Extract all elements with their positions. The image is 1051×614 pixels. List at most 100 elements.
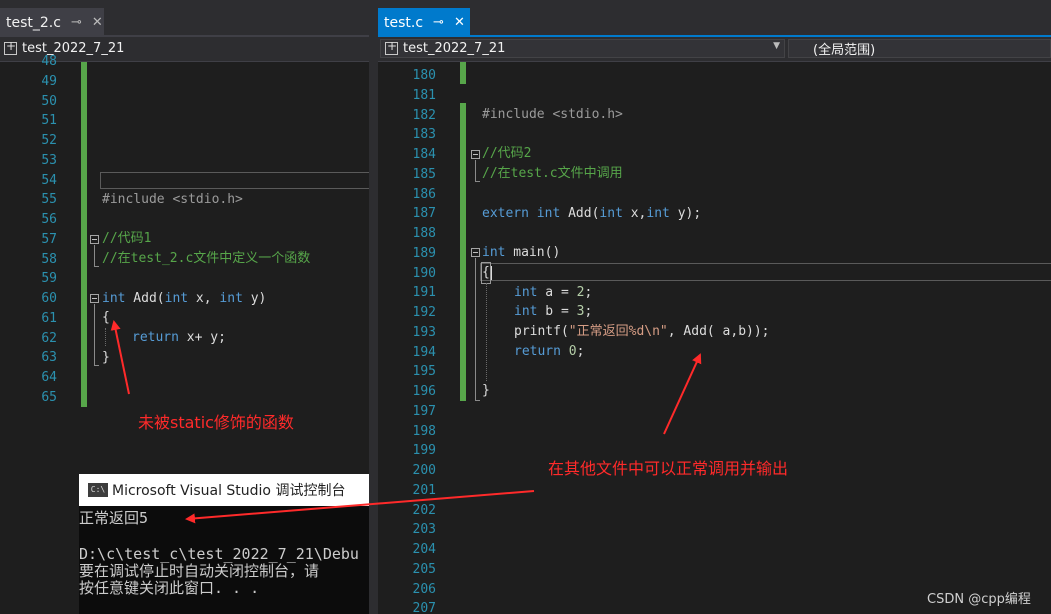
line-number: 202 [412,502,436,518]
function-definition-line: int Add(int x, int y) [102,289,266,309]
console-title-bar[interactable]: C:\ Microsoft Visual Studio 调试控制台 [79,474,369,506]
console-icon: C:\ [88,483,108,497]
close-icon[interactable]: ✕ [92,15,103,30]
console-output-line: D:\c\test_c\test_2022_7_21\Debu [79,545,359,563]
tab-test-c[interactable]: test.c ⊸ ✕ [378,8,470,37]
tab-test-2-c[interactable]: test_2.c ⊸ ✕ [0,8,104,37]
fold-guide-end [94,266,99,267]
code-text: ; [576,344,585,359]
watermark: CSDN @cpp编程 [927,592,1031,607]
main-signature-line: int main() [482,243,560,263]
fold-guide [94,304,95,366]
line-number: 63 [41,350,57,366]
right-editor-pane: test.c ⊸ ✕ test_2022_7_21 ▼ (全局范围) 18018… [378,0,1051,614]
indent-guide [486,283,487,381]
line-number: 60 [41,291,57,306]
project-icon [385,39,398,55]
line-number: 62 [41,330,57,346]
fold-guide [94,245,95,267]
line-number: 201 [412,482,436,498]
line-number: 207 [412,601,436,614]
collapse-icon[interactable] [471,248,480,257]
line-number: 205 [412,561,436,577]
line-number: 48 [41,54,57,69]
comment-line: //代码1 [102,231,152,246]
line-number: 186 [412,186,436,202]
code-text: Add( [125,291,165,306]
comment-line: //代码2 [482,146,532,161]
project-icon [4,39,17,55]
line-number: 52 [41,133,57,148]
keyword: int [219,291,243,306]
code-text: ; [584,304,593,319]
right-annotation: 在其他文件中可以正常调用并输出 [548,459,789,478]
code-text: x, [188,291,220,306]
line-number: 55 [41,192,57,208]
code-text: main() [505,245,561,260]
change-marker [460,103,466,401]
comment-line: //在test_2.c文件中定义一个函数 [102,251,311,266]
line-number: 191 [412,285,436,301]
collapse-icon[interactable] [471,150,480,159]
keyword: extern [482,206,529,221]
right-navigation-bar: test_2022_7_21 ▼ (全局范围) [378,37,1051,62]
splitter[interactable] [369,0,378,614]
keyword: return [132,330,179,345]
pin-icon[interactable]: ⊸ [71,15,82,30]
right-code-area[interactable]: 180 181 182 183 184 185 186 187 188 189 190 191 192 1… [378,62,1051,614]
line-number: 65 [41,389,57,405]
line-number: 53 [41,152,57,168]
line-number: 206 [412,581,436,597]
right-project-dropdown[interactable]: test_2022_7_21 ▼ [380,39,785,58]
change-marker [81,62,87,407]
line-number: 187 [412,206,436,222]
include-directive: #include <stdio.h> [482,107,623,122]
fold-guide-end [475,181,480,182]
close-brace: } [102,350,110,365]
close-icon[interactable]: ✕ [454,15,465,30]
chevron-down-icon: ▼ [773,41,780,51]
line-number: 185 [412,166,436,182]
line-number: 49 [41,73,57,89]
string-literal: "正常返回%d\n" [568,324,668,339]
line-number: 50 [41,93,57,109]
current-line-highlight [480,263,1051,281]
collapse-icon[interactable] [90,294,99,303]
keyword: int [482,245,506,260]
line-number: 51 [41,113,57,129]
console-output-line: 要在调试停止时自动关闭控制台，请 [79,562,320,580]
current-line-highlight [100,172,369,189]
code-text: b = [537,304,577,319]
debug-console-window[interactable]: C:\ Microsoft Visual Studio 调试控制台 正常返回5 … [79,474,369,614]
line-number: 61 [41,310,57,326]
collapse-icon[interactable] [90,235,99,244]
line-number: 181 [412,87,436,103]
code-text: y); [669,206,702,221]
line-number: 193 [412,324,436,340]
project-name: test_2022_7_21 [403,41,506,56]
left-tab-strip: test_2.c ⊸ ✕ [0,0,369,37]
keyword: int [646,206,670,221]
line-number: 188 [412,226,436,241]
scope-dropdown[interactable]: (全局范围) [788,39,1051,58]
fold-guide [475,160,476,182]
line-number: 200 [412,463,436,478]
line-number: 199 [412,443,436,459]
keyword: int [514,285,538,300]
code-text: y) [242,291,267,306]
line-number: 58 [41,251,57,267]
line-number: 189 [412,245,436,261]
line-number: 197 [412,403,436,419]
keyword: return [514,344,561,359]
right-tab-strip: test.c ⊸ ✕ [378,0,1051,37]
function-name: printf( [514,324,569,339]
pin-icon[interactable]: ⊸ [433,15,444,30]
code-text: x+ y; [178,330,226,345]
fold-guide [475,258,476,401]
fold-guide-end [94,365,99,366]
text-cursor [491,266,492,280]
line-number: 57 [41,231,57,247]
left-annotation: 未被static修饰的函数 [138,413,294,432]
return-line: return 0; [514,342,584,362]
line-number: 195 [412,364,436,380]
